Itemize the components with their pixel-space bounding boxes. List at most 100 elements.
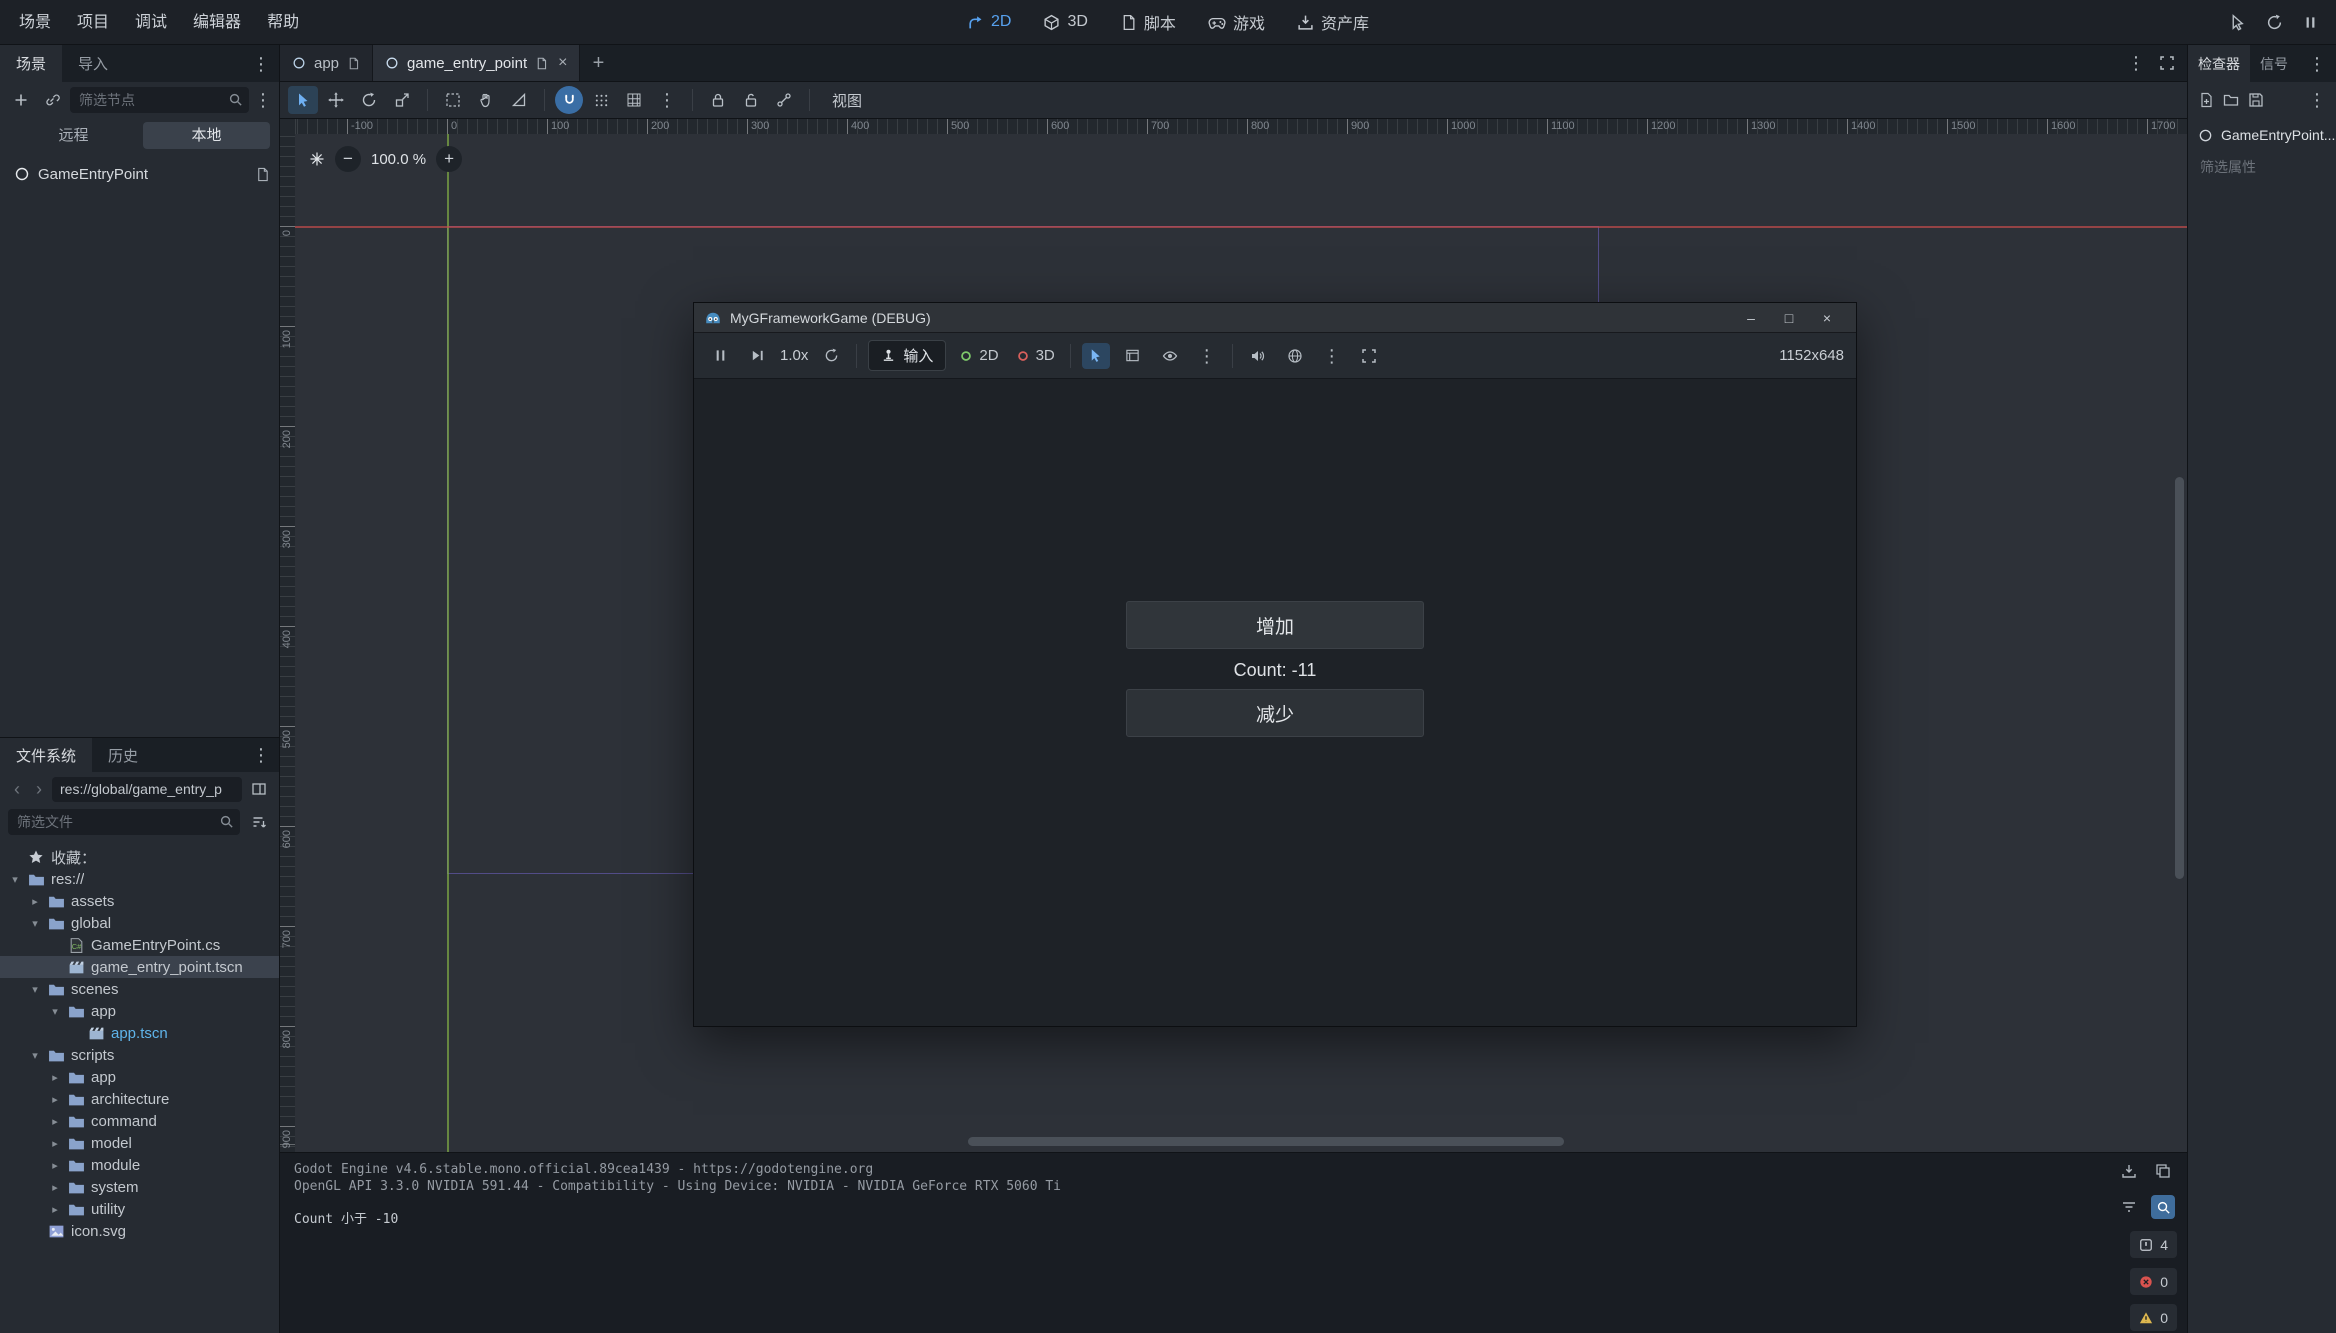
menu-help[interactable]: 帮助 <box>254 0 312 45</box>
tab-import[interactable]: 导入 <box>62 45 124 82</box>
2d-viewport[interactable]: − 100.0 % + MyGFrameworkGame (DEBUG) – □… <box>295 134 2187 1152</box>
expand-arrow-icon[interactable]: ▾ <box>28 983 42 996</box>
dock-menu-icon[interactable]: ⋮ <box>2308 55 2336 73</box>
expand-arrow-icon[interactable]: ▸ <box>48 1137 62 1150</box>
file-tree-item[interactable]: ▸utility <box>0 1198 280 1220</box>
file-tree-item[interactable]: game_entry_point.tscn <box>0 956 280 978</box>
grid-icon[interactable] <box>619 86 649 114</box>
more-options-icon[interactable]: ⋮ <box>1193 343 1221 369</box>
debugger-messages-badge[interactable]: 4 <box>2130 1231 2177 1258</box>
select-mode-icon[interactable] <box>1082 343 1110 369</box>
speed-multiplier[interactable]: 1.0x <box>780 347 808 364</box>
minimize-icon[interactable]: – <box>1732 303 1770 333</box>
zoom-level[interactable]: 100.0 % <box>371 151 426 168</box>
expand-arrow-icon[interactable]: ▸ <box>48 1093 62 1106</box>
pan-tool-icon[interactable] <box>471 86 501 114</box>
search-output-icon[interactable] <box>2151 1195 2175 1219</box>
remote-tab[interactable]: 远程 <box>10 122 137 149</box>
reset-speed-icon[interactable] <box>817 343 845 369</box>
close-icon[interactable]: × <box>1808 303 1846 333</box>
copy-output-icon[interactable] <box>2151 1159 2175 1183</box>
scene-tab-app[interactable]: app <box>280 45 373 81</box>
tab-history[interactable]: 历史 <box>92 738 154 772</box>
file-tree-item[interactable]: ▾scenes <box>0 978 280 1000</box>
game-window-titlebar[interactable]: MyGFrameworkGame (DEBUG) – □ × <box>694 303 1856 333</box>
menu-scene[interactable]: 场景 <box>6 0 64 45</box>
filter-properties-input[interactable] <box>2192 154 2332 180</box>
menu-debug[interactable]: 调试 <box>122 0 180 45</box>
new-resource-icon[interactable] <box>2198 92 2214 108</box>
workspace-3d[interactable]: 3D <box>1030 5 1100 39</box>
file-tree-item[interactable]: C#GameEntryPoint.cs <box>0 934 280 956</box>
lock-icon[interactable] <box>703 86 733 114</box>
filter-files-search[interactable] <box>8 809 240 835</box>
scene-tab-game-entry-point[interactable]: game_entry_point × <box>373 45 580 81</box>
view-menu[interactable]: 视图 <box>820 90 874 111</box>
expand-arrow-icon[interactable]: ▸ <box>48 1115 62 1128</box>
select-tool-icon[interactable] <box>288 86 318 114</box>
snap-options-icon[interactable]: ⋮ <box>652 86 682 114</box>
file-tree-item[interactable]: ▸architecture <box>0 1088 280 1110</box>
expand-arrow-icon[interactable]: ▸ <box>48 1071 62 1084</box>
audio-mute-icon[interactable] <box>1244 343 1272 369</box>
horizontal-scrollbar-thumb[interactable] <box>968 1137 1564 1146</box>
filter-messages-icon[interactable] <box>2117 1195 2141 1219</box>
input-mode-button[interactable]: 输入 <box>868 340 946 371</box>
clear-output-icon[interactable] <box>2117 1159 2141 1183</box>
pause-icon[interactable] <box>2303 15 2318 30</box>
workspace-game[interactable]: 游戏 <box>1195 5 1278 39</box>
inspector-filter[interactable] <box>2188 152 2336 182</box>
next-frame-icon[interactable] <box>743 343 771 369</box>
close-tab-icon[interactable]: × <box>556 54 567 72</box>
file-tree-item[interactable]: ▸command <box>0 1110 280 1132</box>
node-list-icon[interactable] <box>1119 343 1147 369</box>
workspace-assetlib[interactable]: 资产库 <box>1284 5 1382 39</box>
3d-mode-button[interactable]: 3D <box>1012 347 1059 364</box>
menu-project[interactable]: 项目 <box>64 0 122 45</box>
nav-forward-icon[interactable]: › <box>30 780 48 798</box>
path-field[interactable] <box>52 777 242 802</box>
tab-inspector[interactable]: 检查器 <box>2188 45 2250 82</box>
grid-snap-icon[interactable] <box>586 86 616 114</box>
filter-nodes-search[interactable] <box>70 87 249 113</box>
warnings-badge[interactable]: 0 <box>2130 1304 2177 1331</box>
zoom-in-button[interactable]: + <box>436 146 462 172</box>
file-tree-item[interactable]: ▸module <box>0 1154 280 1176</box>
workspace-script[interactable]: 脚本 <box>1107 5 1189 39</box>
tab-list-menu-icon[interactable]: ⋮ <box>2127 54 2145 72</box>
output-log[interactable]: Godot Engine v4.6.stable.mono.official.8… <box>294 1162 2097 1228</box>
unlock-icon[interactable] <box>736 86 766 114</box>
skeleton-icon[interactable] <box>769 86 799 114</box>
tab-signals[interactable]: 信号 <box>2250 45 2298 82</box>
scale-tool-icon[interactable] <box>387 86 417 114</box>
inspected-node[interactable]: GameEntryPoint... <box>2188 118 2336 152</box>
smart-snap-icon[interactable] <box>555 86 583 114</box>
move-tool-icon[interactable] <box>321 86 351 114</box>
file-tree-item[interactable]: ▾scripts <box>0 1044 280 1066</box>
tab-filesystem[interactable]: 文件系统 <box>0 738 92 772</box>
expand-arrow-icon[interactable]: ▾ <box>8 873 22 886</box>
split-view-icon[interactable] <box>246 776 272 802</box>
file-tree-item[interactable]: ▸assets <box>0 890 280 912</box>
filter-nodes-input[interactable] <box>70 87 249 113</box>
expand-arrow-icon[interactable]: ▾ <box>28 917 42 930</box>
visibility-icon[interactable] <box>1156 343 1184 369</box>
file-tree-item[interactable]: ▾app <box>0 1000 280 1022</box>
pause-game-icon[interactable] <box>706 343 734 369</box>
vertical-scrollbar-thumb[interactable] <box>2175 477 2184 879</box>
save-resource-icon[interactable] <box>2248 92 2264 108</box>
decrease-button[interactable]: 减少 <box>1126 689 1424 737</box>
maximize-icon[interactable]: □ <box>1770 303 1808 333</box>
file-tree-item[interactable]: icon.svg <box>0 1220 280 1242</box>
scene-tree-node[interactable]: GameEntryPoint <box>0 160 280 188</box>
load-resource-icon[interactable] <box>2223 92 2239 108</box>
file-tree-item[interactable]: 收藏： <box>0 846 280 868</box>
expand-arrow-icon[interactable]: ▸ <box>48 1203 62 1216</box>
expand-viewport-icon[interactable] <box>2159 55 2175 71</box>
inspector-menu-icon[interactable]: ⋮ <box>2308 91 2326 109</box>
file-tree-item[interactable]: ▸app <box>0 1066 280 1088</box>
debug-options-icon[interactable] <box>1281 343 1309 369</box>
zoom-out-button[interactable]: − <box>335 146 361 172</box>
nav-back-icon[interactable]: ‹ <box>8 780 26 798</box>
window-options-icon[interactable]: ⋮ <box>1318 343 1346 369</box>
